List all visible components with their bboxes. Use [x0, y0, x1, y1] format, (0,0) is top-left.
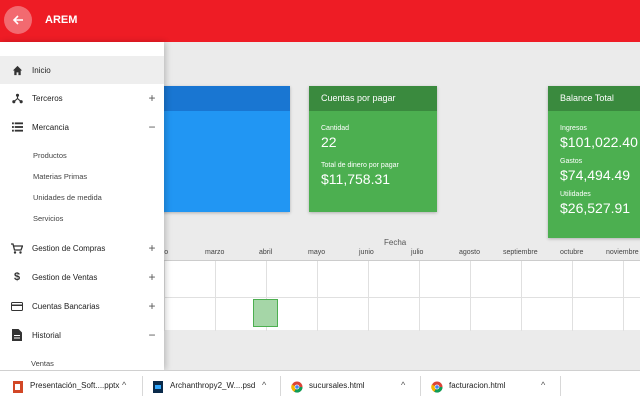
download-filename: facturacion.html	[449, 381, 506, 390]
document-icon	[11, 329, 23, 341]
month-label: noviembre	[606, 249, 639, 256]
month-label: junio	[359, 249, 374, 256]
back-button[interactable]	[4, 6, 32, 34]
month-label: octubre	[560, 249, 584, 256]
nav-item-label: Historial	[32, 330, 61, 340]
sub-item-servicios[interactable]: Servicios	[33, 214, 63, 223]
cantidad-label: Cantidad	[321, 125, 350, 132]
cuentas-por-pagar-card: Cuentas por pagar Cantidad 22 Total de d…	[309, 86, 437, 212]
powerpoint-file-icon	[12, 380, 24, 393]
nav-item-label: Gestion de Compras	[32, 243, 106, 253]
chrome-file-icon	[291, 380, 303, 393]
nav-item-label: Inicio	[32, 65, 51, 75]
card-title: Cuentas por pagar	[309, 86, 437, 111]
utilidades-label: Utilidades	[560, 191, 591, 198]
download-filename: Presentación_Soft....pptx	[30, 381, 120, 390]
chrome-file-icon	[431, 380, 443, 393]
collapse-icon[interactable]: −	[146, 120, 158, 134]
nav-item-label: Gestion de Ventas	[32, 272, 98, 282]
month-label: julio	[411, 249, 424, 256]
total-por-pagar-value: $11,758.31	[321, 171, 391, 187]
sub-item-ventas[interactable]: Ventas	[31, 359, 54, 368]
nav-drawer: Inicio Terceros + Mercancia − Productos …	[0, 42, 164, 370]
cantidad-value: 22	[321, 134, 337, 150]
arrow-left-icon	[12, 15, 23, 25]
nav-item-gestion-ventas[interactable]: $ Gestion de Ventas +	[0, 263, 164, 291]
expand-icon[interactable]: +	[146, 241, 158, 255]
download-item[interactable]: Presentación_Soft....pptx ^	[12, 371, 140, 400]
total-por-pagar-label: Total de dinero por pagar	[321, 162, 399, 169]
balance-total-card: Balance Total Ingresos $101,022.40 Gasto…	[548, 86, 640, 238]
nav-item-historial[interactable]: Historial −	[0, 321, 164, 349]
month-label: agosto	[459, 249, 481, 256]
sub-item-productos[interactable]: Productos	[33, 151, 67, 160]
heatmap-cell[interactable]	[253, 299, 278, 327]
nav-item-gestion-compras[interactable]: Gestion de Compras +	[0, 234, 164, 262]
nav-item-label: Cuentas Bancarias	[32, 301, 100, 311]
sub-item-unidades-medida[interactable]: Unidades de medida	[33, 193, 102, 202]
home-icon	[11, 64, 23, 76]
card-title: Balance Total	[548, 86, 640, 111]
cart-icon	[11, 242, 23, 254]
utilidades-value: $26,527.91	[560, 200, 631, 216]
gastos-value: $74,494.49	[560, 167, 631, 183]
collapse-icon[interactable]: −	[146, 328, 158, 342]
app-title: AREM	[45, 14, 78, 26]
expand-icon[interactable]: +	[146, 91, 158, 105]
month-label: septiembre	[503, 249, 538, 256]
photoshop-file-icon	[152, 380, 164, 393]
download-item[interactable]: Archanthropy2_W....psd ^	[152, 371, 280, 400]
month-label: mayo	[308, 249, 326, 256]
nav-item-label: Terceros	[32, 93, 63, 103]
dollar-icon: $	[13, 271, 21, 283]
gastos-label: Gastos	[560, 158, 583, 165]
bank-card-icon	[11, 300, 23, 312]
top-app-bar: AREM	[0, 0, 640, 42]
expand-icon[interactable]: +	[146, 270, 158, 284]
chevron-up-icon[interactable]: ^	[262, 380, 266, 390]
expand-icon[interactable]: +	[146, 299, 158, 313]
download-item[interactable]: sucursales.html ^	[291, 371, 419, 400]
download-filename: Archanthropy2_W....psd	[170, 381, 256, 390]
chevron-up-icon[interactable]: ^	[541, 380, 545, 390]
ingresos-label: Ingresos	[560, 125, 587, 132]
chevron-up-icon[interactable]: ^	[401, 380, 405, 390]
month-label: abril	[259, 249, 273, 256]
hierarchy-icon	[11, 92, 23, 104]
nav-item-inicio[interactable]: Inicio	[0, 56, 164, 84]
download-item[interactable]: facturacion.html ^	[431, 371, 559, 400]
list-icon	[11, 121, 23, 133]
downloads-bar: Presentación_Soft....pptx ^ Archanthropy…	[0, 370, 640, 400]
date-heatmap: Fecha ero marzo abril mayo junio julio a…	[158, 236, 640, 331]
nav-item-cuentas-bancarias[interactable]: Cuentas Bancarias +	[0, 292, 164, 320]
nav-item-mercancia[interactable]: Mercancia −	[0, 113, 164, 141]
chevron-up-icon[interactable]: ^	[122, 380, 126, 390]
sub-item-materias-primas[interactable]: Materias Primas	[33, 172, 87, 181]
month-label: marzo	[205, 249, 225, 256]
nav-item-terceros[interactable]: Terceros +	[0, 84, 164, 112]
download-filename: sucursales.html	[309, 381, 365, 390]
ingresos-value: $101,022.40	[560, 134, 638, 150]
nav-item-label: Mercancia	[32, 122, 69, 132]
heatmap-grid	[160, 260, 640, 331]
summary-card-blue	[160, 86, 290, 212]
axis-title: Fecha	[384, 238, 407, 247]
card-header	[160, 86, 290, 111]
